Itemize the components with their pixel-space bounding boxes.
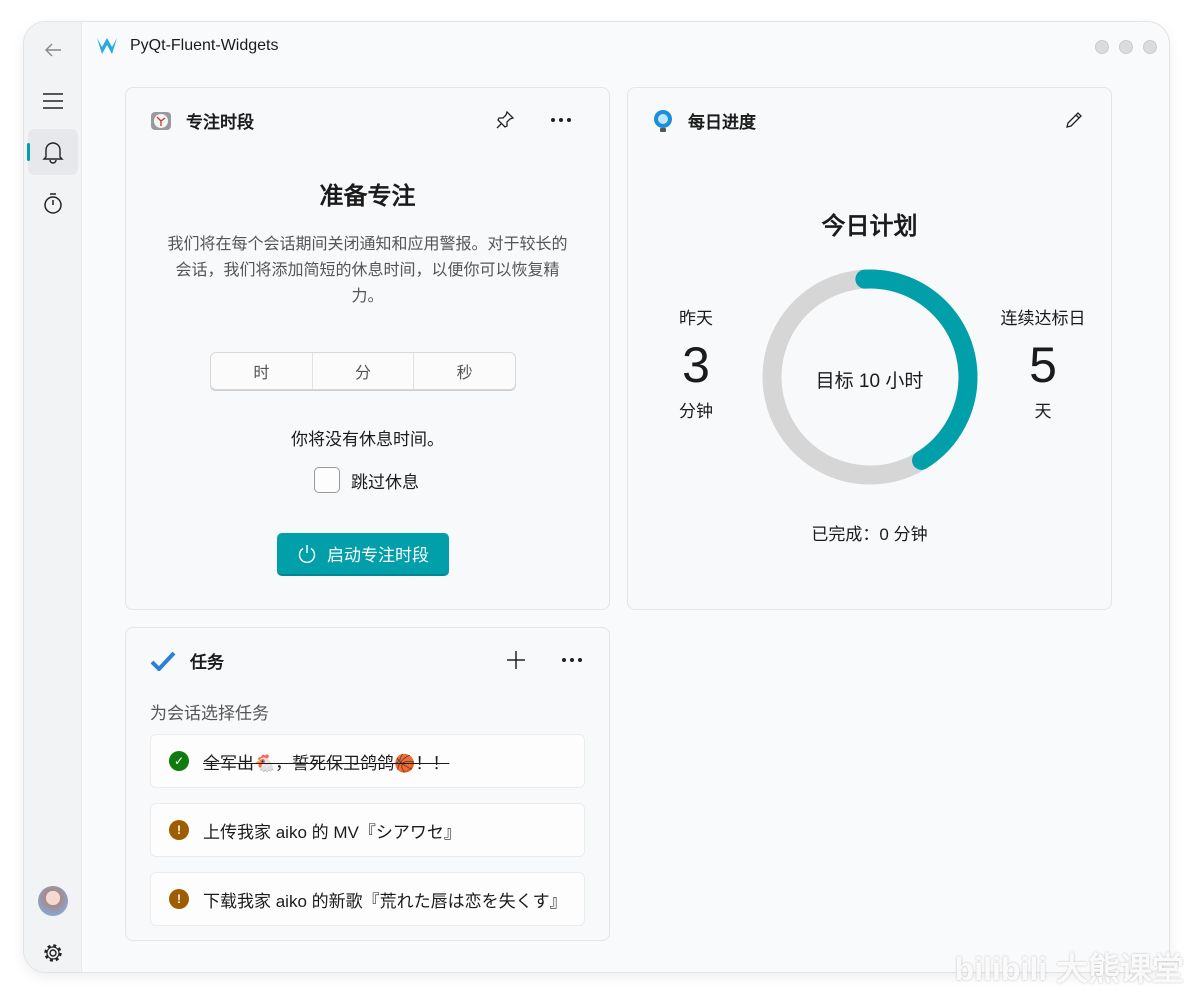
task-text: 上传我家 aiko 的 MV『シアワセ』 (203, 822, 461, 842)
more-button[interactable] (549, 108, 573, 132)
plus-icon (507, 651, 525, 669)
gear-icon (44, 944, 62, 962)
more-icon (562, 658, 582, 662)
window-controls (1095, 40, 1157, 54)
plan-heading: 今日计划 (821, 213, 918, 240)
app-title: PyQt-Fluent-Widgets (130, 37, 279, 54)
more-icon (551, 118, 571, 122)
edit-button[interactable] (1062, 108, 1086, 132)
streak-label: 连续达标日 (1000, 309, 1086, 328)
avatar-image (38, 886, 68, 916)
app-window: PyQt-Fluent-Widgets 专注时段 准备专注 我们将在每个会话期间… (24, 22, 1169, 972)
pencil-icon (1066, 112, 1082, 128)
stopwatch-icon (44, 193, 62, 214)
title-bar: PyQt-Fluent-Widgets (96, 36, 278, 56)
task-item[interactable]: ! 下载我家 aiko 的新歌『荒れた唇は恋を失くす』 (150, 872, 585, 926)
yesterday-stat: 昨天 3 分钟 (656, 304, 736, 422)
pin-button[interactable] (493, 108, 517, 132)
start-focus-button[interactable]: 启动专注时段 (277, 533, 449, 576)
streak-stat: 连续达标日 5 天 (988, 304, 1098, 422)
more-button[interactable] (560, 648, 584, 672)
minimize-button[interactable] (1095, 40, 1109, 54)
time-picker[interactable]: 时 分 秒 (210, 352, 516, 390)
warning-icon: ! (169, 889, 189, 909)
sidebar (24, 22, 82, 972)
focus-heading: 准备专注 (319, 183, 416, 210)
daily-progress-card: 每日进度 今日计划 昨天 3 分钟 连续达标日 5 天 目标 10 小时 已完成… (627, 87, 1112, 610)
second-field[interactable]: 秒 (414, 353, 515, 389)
tasks-card: 任务 为会话选择任务 ✓ 全军出🐔，誓死保卫鸽鸽🏀！！ ! 上传我家 aiko … (125, 627, 610, 941)
back-button[interactable] (28, 27, 78, 73)
close-button[interactable] (1143, 40, 1157, 54)
checkbox-box[interactable] (314, 467, 340, 493)
checkbox-label: 跳过休息 (351, 472, 419, 492)
menu-icon (43, 93, 63, 109)
clock-icon (151, 111, 171, 130)
tasks-subtitle: 为会话选择任务 (150, 704, 269, 723)
hour-field[interactable]: 时 (211, 353, 313, 389)
lightbulb-icon (654, 109, 672, 132)
watermark: bilibili 大熊课堂 (954, 951, 1184, 987)
skip-break-checkbox[interactable]: 跳过休息 (314, 467, 419, 493)
task-text: 全军出🐔，誓死保卫鸽鸽🏀！！ (203, 753, 450, 773)
checkmark-icon (150, 651, 176, 671)
task-text: 下载我家 aiko 的新歌『荒れた唇は恋を失くす』 (203, 891, 567, 911)
yesterday-label: 昨天 (679, 309, 713, 328)
start-focus-label: 启动专注时段 (327, 546, 429, 565)
completed-text: 已完成：0 分钟 (811, 525, 928, 544)
power-icon (298, 544, 316, 563)
completed-icon: ✓ (169, 751, 189, 771)
focus-session-card: 专注时段 准备专注 我们将在每个会话期间关闭通知和应用警报。对于较长的会话，我们… (125, 87, 610, 610)
minute-field[interactable]: 分 (313, 353, 415, 389)
sidebar-item-stopwatch[interactable] (28, 180, 78, 226)
app-logo-icon (97, 38, 117, 54)
bell-icon (42, 142, 64, 164)
streak-unit: 天 (1034, 402, 1052, 421)
sidebar-item-focus[interactable] (27, 129, 78, 175)
card-title: 专注时段 (186, 113, 254, 132)
maximize-button[interactable] (1119, 40, 1133, 54)
back-icon (45, 43, 61, 57)
warning-icon: ! (169, 820, 189, 840)
pin-icon (496, 110, 515, 129)
avatar[interactable] (28, 878, 78, 924)
card-title: 每日进度 (688, 113, 756, 132)
menu-button[interactable] (28, 78, 78, 124)
task-item[interactable]: ✓ 全军出🐔，誓死保卫鸽鸽🏀！！ (150, 734, 585, 788)
yesterday-unit: 分钟 (679, 402, 713, 421)
add-task-button[interactable] (504, 648, 528, 672)
task-item[interactable]: ! 上传我家 aiko 的 MV『シアワセ』 (150, 803, 585, 857)
goal-text: 目标 10 小时 (815, 371, 924, 392)
settings-button[interactable] (28, 930, 78, 972)
card-title: 任务 (190, 653, 224, 672)
break-text: 你将没有休息时间。 (291, 430, 444, 449)
focus-description: 我们将在每个会话期间关闭通知和应用警报。对于较长的会话，我们将添加简短的休息时间… (167, 236, 568, 305)
